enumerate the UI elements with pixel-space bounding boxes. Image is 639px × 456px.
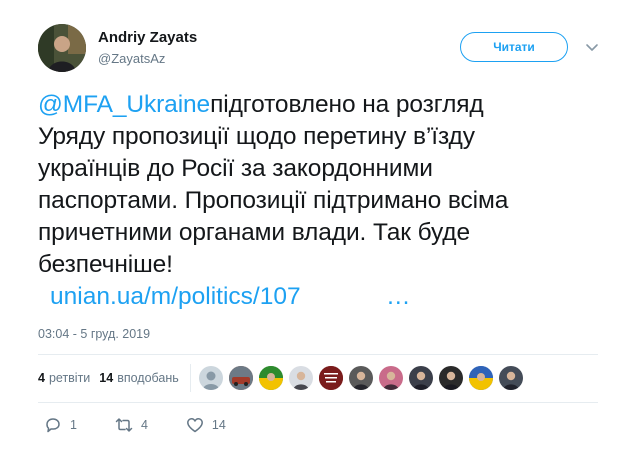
tweet-line: українців до Росії за закордонними [38,155,433,182]
reply-button[interactable]: 1 [44,416,77,434]
tweet-text: @MFA_Ukraineпідготовлено на розгляд Уряд… [38,89,598,281]
default-avatar[interactable] [198,366,223,390]
likes-count: 14 [99,371,114,385]
external-link[interactable]: unian.ua/m/politics/107 [50,281,301,313]
stats-separator [189,364,191,392]
tweet-line: причетними органами влади. Так буде [38,219,471,246]
reply-count: 1 [70,418,77,432]
person-avatar[interactable] [438,366,463,390]
chevron-down-icon[interactable] [585,40,599,54]
person-avatar[interactable] [288,366,313,390]
person-avatar[interactable] [378,366,403,390]
divider [38,402,598,403]
retweets-stat[interactable]: 4 ретвіти [38,371,90,385]
likes-label: вподобань [117,371,179,385]
author-avatar[interactable] [38,24,86,72]
like-count: 14 [211,418,226,432]
like-button[interactable]: 14 [186,416,226,434]
retweet-icon [115,418,133,432]
text-avatar[interactable] [318,366,343,390]
author-handle[interactable]: @ZayatsAz [98,51,165,66]
tweet-line: Уряду пропозиції щодо перетину в’їзду [38,123,475,150]
flag-avatar[interactable] [468,366,493,390]
likes-stat[interactable]: 14 вподобань [99,371,178,385]
person-avatar[interactable] [498,366,523,390]
timestamp[interactable]: 03:04 - 5 груд. 2019 [38,327,150,341]
liker-avatars [198,366,529,390]
car-avatar[interactable] [228,366,253,390]
tweet-line: паспортами. Пропозиції підтримано всіма [38,187,509,214]
tweet-line: підготовлено на розгляд [210,91,484,118]
reply-icon [46,418,60,433]
person-avatar[interactable] [348,366,373,390]
person-avatar[interactable] [408,366,433,390]
retweets-label: ретвіти [48,371,91,385]
retweet-button[interactable]: 4 [115,416,148,434]
author-name[interactable]: Andriy Zayats [98,29,197,46]
engagement-stats: 4 ретвіти 14 вподобань [38,364,529,392]
follow-button[interactable]: Читати [460,32,568,62]
flag-avatar[interactable] [258,366,283,390]
mention-link[interactable]: @MFA_Ukraine [38,91,210,118]
retweet-count: 4 [140,418,148,432]
tweet-line: безпечніше! [38,251,173,278]
retweets-count: 4 [38,371,45,385]
link-ellipsis[interactable]: … [386,281,411,313]
heart-icon [186,418,203,433]
divider [38,354,598,355]
tweet-actions: 1 4 14 [44,415,264,435]
